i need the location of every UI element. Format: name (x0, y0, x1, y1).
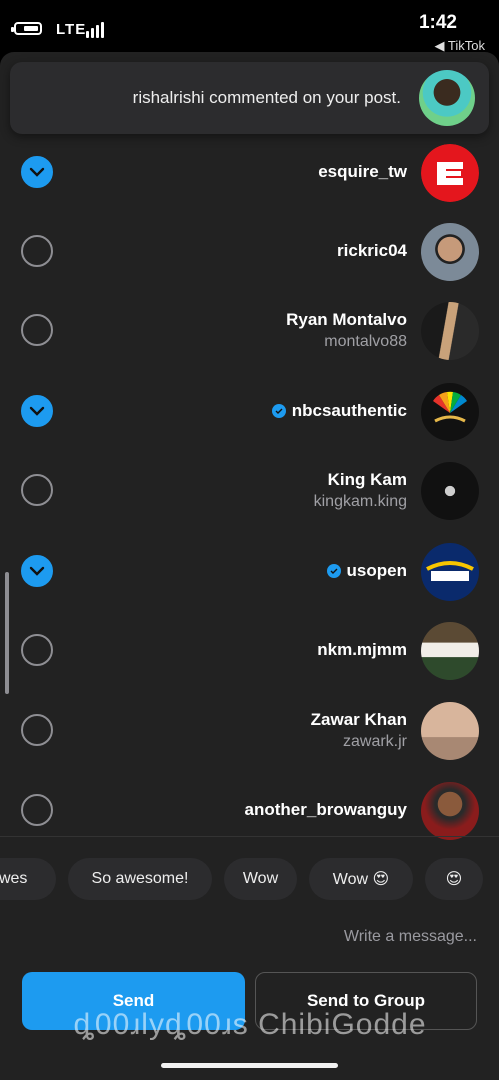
select-checkbox[interactable] (21, 474, 53, 506)
contact-row[interactable]: esquire_tw (0, 132, 499, 212)
contact-row[interactable]: nkm.mjmm (0, 610, 499, 690)
contact-username: zawark.jr (342, 732, 407, 750)
avatar (419, 70, 475, 126)
quick-reply-chip[interactable]: Wow (224, 858, 297, 900)
avatar (421, 144, 479, 202)
select-checkbox[interactable] (21, 235, 53, 267)
usopen-logo-icon (426, 561, 474, 581)
quick-reply-chip[interactable]: Awes (0, 858, 56, 900)
contact-row[interactable]: rickric04 (0, 211, 499, 291)
avatar (421, 543, 479, 601)
notification-banner[interactable]: rishalrishi commented on your post. (10, 62, 489, 134)
select-checkbox[interactable] (21, 714, 53, 746)
avatar (421, 782, 479, 840)
contact-name: rickric04 (337, 241, 407, 260)
contact-row[interactable]: nbcsauthentic (0, 371, 499, 451)
contact-name: nkm.mjmm (317, 640, 407, 659)
contact-row[interactable]: Ryan Montalvo montalvo88 (0, 290, 499, 370)
select-checkbox[interactable] (21, 555, 53, 587)
contact-name: another_browanguy (244, 800, 407, 819)
contact-row[interactable]: usopen (0, 531, 499, 611)
contact-row[interactable]: another_browanguy (0, 770, 499, 850)
select-checkbox[interactable] (21, 314, 53, 346)
select-checkbox[interactable] (21, 395, 53, 427)
check-icon (29, 406, 45, 416)
nbc-peacock-icon (433, 391, 467, 423)
watermark: ȡ00ɹlyȡ00ɹs ChibiGodde (73, 1008, 427, 1041)
clock: 1:42 (418, 12, 457, 33)
avatar (421, 462, 479, 520)
divider (0, 836, 499, 837)
contact-row[interactable]: Zawar Khan zawark.jr (0, 690, 499, 770)
contact-username: kingkam.king (313, 492, 407, 510)
contact-name: Zawar Khan (310, 709, 407, 729)
avatar (421, 702, 479, 760)
verified-badge-icon (326, 564, 341, 578)
contact-name: King Kam (327, 469, 407, 489)
quick-reply-chip[interactable]: Wow 😍 (309, 858, 413, 900)
esquire-logo-icon (421, 144, 479, 202)
quick-reply-chip[interactable]: So awesome! (68, 858, 212, 900)
select-checkbox[interactable] (21, 634, 53, 666)
contact-username: montalvo88 (324, 332, 407, 350)
contact-name: esquire_tw (318, 162, 407, 181)
verified-badge-icon (271, 404, 286, 418)
notification-text: rishalrishi commented on your post. (132, 88, 401, 107)
avatar (421, 383, 479, 441)
message-input[interactable]: Write a message... (344, 928, 477, 946)
home-indicator[interactable] (161, 1063, 338, 1068)
select-checkbox[interactable] (21, 794, 53, 826)
signal-icon (86, 22, 104, 38)
avatar (421, 302, 479, 360)
contact-row[interactable]: King Kam kingkam.king (0, 450, 499, 530)
battery-icon (11, 22, 42, 35)
quick-reply-bar: 😍 Wow 😍 Wow So awesome! Awes (0, 858, 499, 902)
status-bar: LTE 1:42 ◀ TikTok (0, 0, 499, 56)
check-icon (29, 566, 45, 576)
contact-name: nbcsauthentic (291, 401, 407, 420)
select-checkbox[interactable] (21, 156, 53, 188)
check-icon (29, 167, 45, 177)
scrollbar[interactable] (5, 572, 9, 694)
avatar (421, 622, 479, 680)
contact-name: usopen (346, 561, 407, 580)
avatar (421, 223, 479, 281)
network-label: LTE (56, 21, 87, 38)
contact-name: Ryan Montalvo (286, 309, 407, 329)
quick-reply-chip[interactable]: 😍 (425, 858, 483, 900)
